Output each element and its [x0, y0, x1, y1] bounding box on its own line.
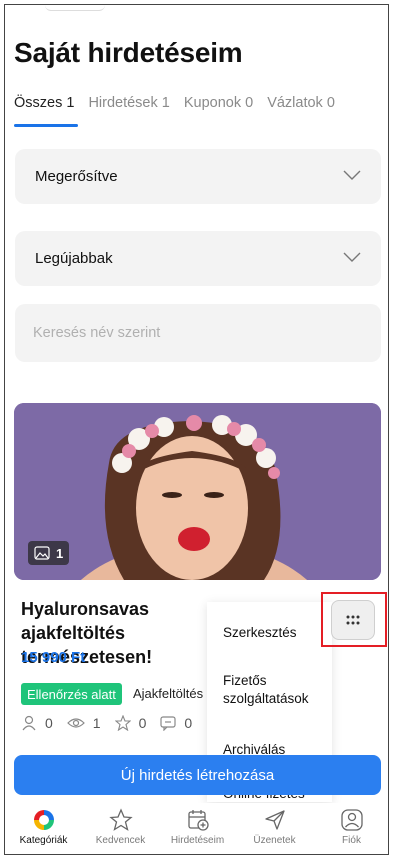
- message-icon: [160, 716, 176, 731]
- stat-users-count: 0: [45, 715, 53, 731]
- create-ad-button[interactable]: Új hirdetés létrehozása: [14, 755, 381, 795]
- star-icon: [108, 808, 133, 832]
- more-options-highlight: [321, 592, 387, 647]
- tab-drafts[interactable]: Vázlatok 0: [267, 95, 335, 111]
- status-filter-value: Megerősítve: [35, 168, 118, 185]
- sort-select[interactable]: Legújabbak: [15, 231, 381, 286]
- tab-coupons[interactable]: Kuponok 0: [184, 95, 253, 111]
- chevron-down-icon: [343, 170, 361, 180]
- nav-account[interactable]: Fiók: [317, 803, 387, 854]
- ad-photo-illustration: [14, 403, 381, 580]
- photo-count: 1: [56, 545, 64, 561]
- menu-item-edit[interactable]: Szerkesztés: [223, 624, 297, 642]
- active-tab-indicator: [14, 124, 78, 127]
- ad-photo[interactable]: 1: [14, 403, 381, 580]
- stat-users: 0: [21, 715, 53, 731]
- app-frame: Saját hirdetéseim Összes 1 Hirdetések 1 …: [4, 4, 389, 855]
- image-icon: [34, 546, 50, 560]
- menu-item-paid-services[interactable]: Fizetős szolgáltatások: [223, 672, 323, 708]
- chevron-down-icon: [343, 252, 361, 262]
- categories-logo-icon: [32, 808, 56, 832]
- nav-label: Kategóriák: [19, 835, 68, 846]
- nav-favorites[interactable]: Kedvencek: [86, 803, 156, 854]
- photo-count-badge: 1: [28, 541, 70, 565]
- status-filter-select[interactable]: Megerősítve: [15, 149, 381, 204]
- stat-messages-count: 0: [184, 715, 193, 731]
- stat-favorites-count: 0: [138, 715, 147, 731]
- star-icon: [114, 715, 131, 731]
- page-title: Saját hirdetéseim: [14, 37, 243, 68]
- ad-stats: 0 1 0 0: [21, 715, 192, 731]
- bottom-navigation: Kategóriák Kedvencek Hirdetéseim Üzenete…: [5, 803, 388, 854]
- status-notch: [45, 5, 105, 11]
- sort-value: Legújabbak: [35, 250, 113, 267]
- dots-grid-icon: [346, 615, 360, 625]
- tab-ads[interactable]: Hirdetések 1: [88, 95, 169, 111]
- nav-my-ads[interactable]: Hirdetéseim: [163, 803, 233, 854]
- calendar-plus-icon: [186, 808, 210, 832]
- stat-messages: 0: [160, 715, 192, 731]
- more-options-button[interactable]: [331, 600, 375, 640]
- status-badge: Ellenőrzés alatt: [21, 683, 122, 705]
- eye-icon: [66, 718, 85, 728]
- ad-category: Ajakfeltöltés: [133, 686, 204, 701]
- account-icon: [340, 808, 364, 832]
- stat-favorites: 0: [114, 715, 147, 731]
- nav-label: Üzenetek: [253, 835, 296, 846]
- nav-label: Hirdetéseim: [170, 835, 225, 846]
- tab-all[interactable]: Összes 1: [14, 95, 74, 111]
- stat-views: 1: [66, 715, 101, 731]
- user-icon: [22, 715, 36, 731]
- ad-price: 15 990 Ft: [21, 649, 86, 666]
- stat-views-count: 1: [92, 715, 101, 731]
- tab-bar: Összes 1 Hirdetések 1 Kuponok 0 Vázlatok…: [14, 95, 335, 111]
- nav-label: Fiók: [342, 835, 361, 846]
- nav-label: Kedvencek: [95, 835, 146, 846]
- search-input[interactable]: Keresés név szerint: [15, 304, 381, 362]
- nav-messages[interactable]: Üzenetek: [240, 803, 310, 854]
- nav-categories[interactable]: Kategóriák: [9, 803, 79, 854]
- send-icon: [263, 808, 287, 832]
